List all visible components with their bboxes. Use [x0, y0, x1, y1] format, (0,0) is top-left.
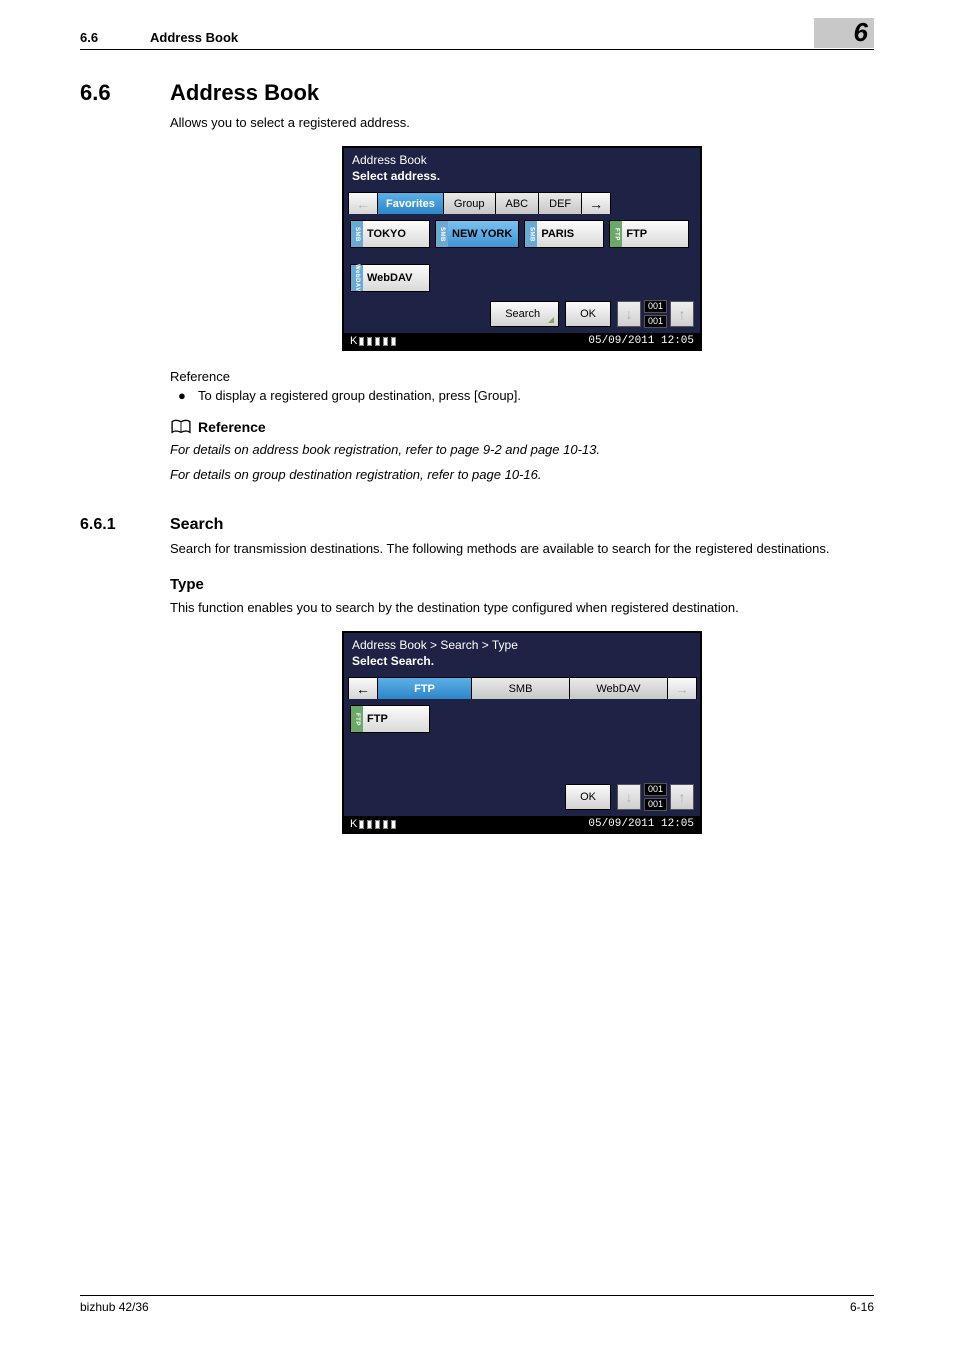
chip-tokyo[interactable]: SMB TOKYO [350, 220, 430, 248]
type-heading: Type [170, 576, 874, 593]
header-section-number: 6.6 [80, 30, 150, 45]
chapter-tab: 6 [814, 18, 874, 48]
chip-ftp[interactable]: FTP FTP [350, 705, 430, 733]
tab-ftp[interactable]: FTP [377, 677, 472, 699]
left-arrow-icon[interactable]: ← [348, 192, 378, 214]
ok-button[interactable]: OK [565, 784, 611, 810]
smb-tag-icon: SMB [525, 221, 537, 247]
right-arrow-icon[interactable]: → [581, 192, 611, 214]
chip-webdav[interactable]: WebDAV WebDAV [350, 264, 430, 292]
pager: ↓ 001 001 ↑ [617, 300, 694, 328]
page-total: 001 [644, 315, 667, 328]
tab-webdav[interactable]: WebDAV [569, 677, 668, 699]
chip-label: FTP [626, 228, 647, 240]
section-title: Address Book [170, 80, 319, 106]
chip-label: TOKYO [367, 228, 406, 240]
footer-model: bizhub 42/36 [80, 1300, 149, 1314]
page-count: 001 001 [644, 783, 667, 811]
reference-label: Reference [170, 369, 874, 384]
running-header: 6.6 Address Book [80, 30, 874, 50]
address-book-panel: Address Book Select address. ← Favorites… [342, 146, 702, 351]
page-up-icon[interactable]: ↑ [670, 301, 694, 327]
panel-breadcrumb: Address Book [352, 153, 692, 169]
tab-group[interactable]: Group [443, 192, 496, 214]
section-intro: Allows you to select a registered addres… [170, 114, 874, 132]
memory-meter: K [350, 335, 397, 347]
page-footer: bizhub 42/36 6-16 [80, 1295, 874, 1314]
subsection-intro: Search for transmission destinations. Th… [170, 540, 874, 558]
reference-line-1: For details on address book registration… [170, 441, 874, 459]
status-bar: K 05/09/2011 12:05 [344, 333, 700, 349]
page-up-icon[interactable]: ↑ [670, 784, 694, 810]
tabs-row: ← Favorites Group ABC DEF → [344, 189, 700, 214]
chip-newyork[interactable]: SMB NEW YORK [435, 220, 519, 248]
reference-box-label: Reference [198, 419, 266, 435]
status-timestamp: 05/09/2011 12:05 [588, 335, 694, 347]
page-total: 001 [644, 798, 667, 811]
bullet-dot-icon: ● [170, 388, 198, 403]
chip-area: FTP FTP [344, 699, 700, 779]
mem-k: K [350, 818, 357, 830]
tab-favorites[interactable]: Favorites [377, 192, 444, 214]
footer-page-number: 6-16 [850, 1300, 874, 1314]
panel-breadcrumb: Address Book > Search > Type [352, 638, 692, 654]
panel-instruction: Select Search. [352, 654, 692, 670]
search-type-panel: Address Book > Search > Type Select Sear… [342, 631, 702, 834]
chip-label: FTP [367, 713, 388, 725]
smb-tag-icon: SMB [436, 221, 448, 247]
reference-bullet: ● To display a registered group destinat… [170, 388, 874, 403]
reference-box-head: Reference [170, 419, 874, 435]
panel-header: Address Book Select address. [344, 148, 700, 189]
tab-smb[interactable]: SMB [471, 677, 570, 699]
reference-line-2: For details on group destination registr… [170, 466, 874, 484]
subsection-title: Search [170, 516, 223, 534]
panel-header: Address Book > Search > Type Select Sear… [344, 633, 700, 674]
memory-meter: K [350, 818, 397, 830]
ftp-tag-icon: FTP [351, 706, 363, 732]
section-heading: 6.6 Address Book [80, 80, 874, 106]
smb-tag-icon: SMB [351, 221, 363, 247]
tabs-row: ← FTP SMB WebDAV → [344, 674, 700, 699]
chip-area-row2: WebDAV WebDAV [344, 258, 700, 296]
chip-ftp[interactable]: FTP FTP [609, 220, 689, 248]
type-intro: This function enables you to search by t… [170, 599, 874, 617]
section-number: 6.6 [80, 80, 170, 106]
page-current: 001 [644, 783, 667, 796]
status-bar: K 05/09/2011 12:05 [344, 816, 700, 832]
tab-def[interactable]: DEF [538, 192, 582, 214]
pager: ↓ 001 001 ↑ [617, 783, 694, 811]
panel-footer: Search OK ↓ 001 001 ↑ [344, 296, 700, 333]
panel-instruction: Select address. [352, 169, 692, 185]
right-arrow-icon[interactable]: → [667, 677, 697, 699]
page-down-icon[interactable]: ↓ [617, 784, 641, 810]
left-arrow-icon[interactable]: ← [348, 677, 378, 699]
page-down-icon[interactable]: ↓ [617, 301, 641, 327]
chip-label: WebDAV [367, 272, 412, 284]
mem-k: K [350, 335, 357, 347]
ftp-tag-icon: FTP [610, 221, 622, 247]
ok-button[interactable]: OK [565, 301, 611, 327]
chip-area: SMB TOKYO SMB NEW YORK SMB PARIS FTP FTP [344, 214, 700, 258]
panel-footer: OK ↓ 001 001 ↑ [344, 779, 700, 816]
chip-paris[interactable]: SMB PARIS [524, 220, 604, 248]
page-current: 001 [644, 300, 667, 313]
bullet-text: To display a registered group destinatio… [198, 388, 521, 403]
book-icon [170, 419, 192, 435]
subsection-number: 6.6.1 [80, 516, 170, 534]
chip-label: NEW YORK [452, 228, 512, 240]
status-timestamp: 05/09/2011 12:05 [588, 818, 694, 830]
search-button[interactable]: Search [490, 301, 559, 327]
subsection-heading: 6.6.1 Search [80, 516, 874, 534]
header-section-title: Address Book [150, 30, 874, 45]
webdav-tag-icon: WebDAV [351, 265, 363, 291]
tab-abc[interactable]: ABC [495, 192, 540, 214]
page-count: 001 001 [644, 300, 667, 328]
chip-label: PARIS [541, 228, 574, 240]
